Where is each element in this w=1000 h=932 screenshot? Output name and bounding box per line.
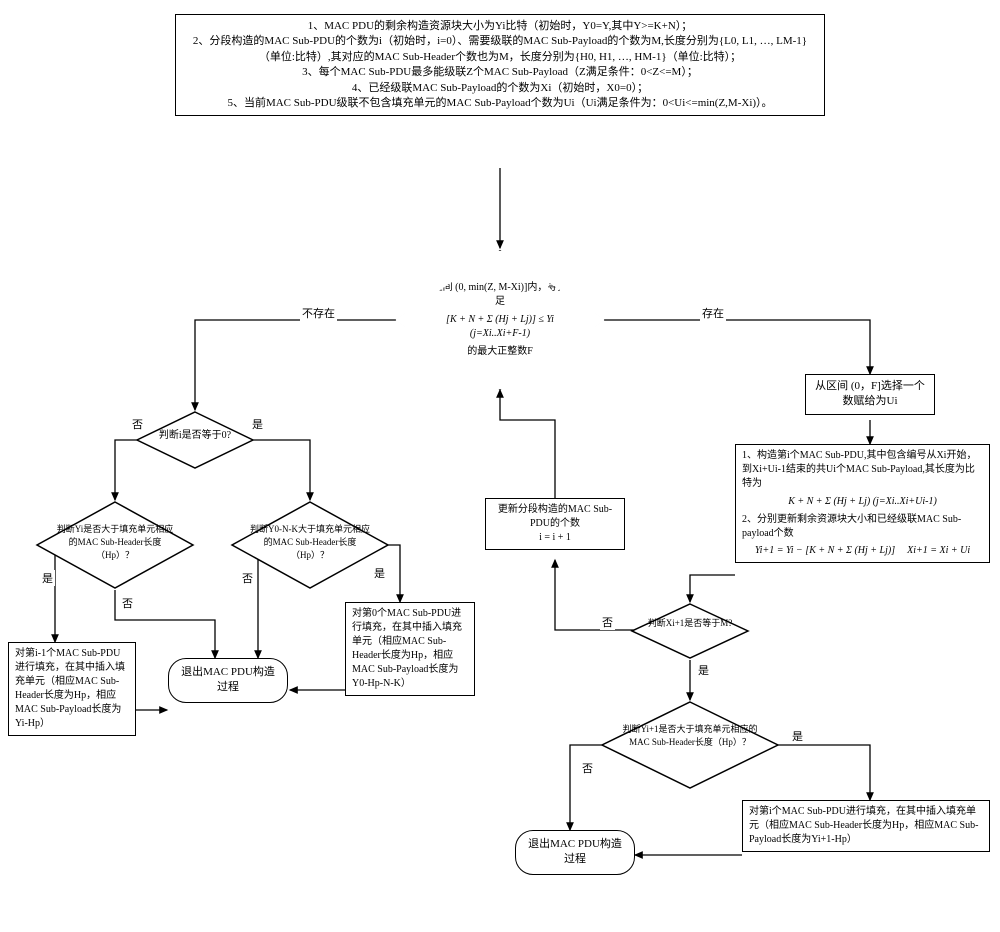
construct-line1: 1、构造第i个MAC Sub-PDU,其中包含编号从Xi开始，到Xi+Ui-1结… <box>742 449 983 491</box>
exit-terminator-left: 退出MAC PDU构造过程 <box>168 658 288 703</box>
center-decision-top: 在区间 (0, min(Z, M-Xi)]内，寻找满足 <box>420 281 580 309</box>
yi-check-decision: 判断Yi是否大于填充单元相应的MAC Sub-Header长度（Hp）？ <box>35 500 195 590</box>
init-line-4: 4、已经级联MAC Sub-Payload的个数为Xi（初始时，X0=0）； <box>182 81 818 96</box>
y-check-decision: 判断Yi+1是否大于填充单元相应的MAC Sub-Header长度（Hp）？ <box>600 700 780 790</box>
fill-i-box: 对第i个MAC Sub-PDU进行填充，在其中插入填充单元（相应MAC Sub-… <box>742 800 990 852</box>
init-line-2: 2、分段构造的MAC Sub-PDU的个数为i（初始时，i=0）、需要级联的MA… <box>182 34 818 65</box>
construct-formula1: K + N + Σ (Hj + Lj) (j=Xi..Xi+Ui-1) <box>742 495 983 509</box>
update-i-box: 更新分段构造的MAC Sub-PDU的个数 i = i + 1 <box>485 498 625 550</box>
center-decision-formula: [K + N + Σ (Hj + Lj)] ≤ Yi (j=Xi..Xi+F-1… <box>420 313 580 341</box>
label-yi-yes: 是 <box>40 570 55 586</box>
label-y-yes: 是 <box>790 728 805 744</box>
label-y0-yes: 是 <box>372 565 387 581</box>
construct-formula2a: Yi+1 = Yi − [K + N + Σ (Hj + Lj)] <box>755 544 895 558</box>
label-exist: 存在 <box>700 305 726 321</box>
label-i-zero-no: 否 <box>130 416 145 432</box>
x-check-decision: 判断Xi+1是否等于M? <box>630 602 750 660</box>
label-not-exist: 不存在 <box>300 305 337 321</box>
label-x-yes: 是 <box>696 662 711 678</box>
label-yi-no: 否 <box>120 595 135 611</box>
fill-prev-box: 对第i-1个MAC Sub-PDU进行填充，在其中插入填充单元（相应MAC Su… <box>8 642 136 736</box>
label-x-no: 否 <box>600 614 615 630</box>
center-decision-bottom: 的最大正整数F <box>467 345 533 359</box>
label-y0-no: 否 <box>240 570 255 586</box>
construct-formula2b: Xi+1 = Xi + Ui <box>907 544 970 558</box>
init-conditions-box: 1、MAC PDU的剩余构造资源块大小为Yi比特（初始时，Y0=Y,其中Y>=K… <box>175 14 825 116</box>
center-decision: 在区间 (0, min(Z, M-Xi)]内，寻找满足 [K + N + Σ (… <box>395 250 605 390</box>
label-y-no: 否 <box>580 760 595 776</box>
select-ui-box: 从区间 (0，F]选择一个数赋给为Ui <box>805 374 935 415</box>
exit-terminator-right: 退出MAC PDU构造过程 <box>515 830 635 875</box>
label-i-zero-yes: 是 <box>250 416 265 432</box>
construct-box: 1、构造第i个MAC Sub-PDU,其中包含编号从Xi开始，到Xi+Ui-1结… <box>735 444 990 563</box>
construct-line2: 2、分别更新剩余资源块大小和已经级联MAC Sub-payload个数 <box>742 513 983 541</box>
init-line-3: 3、每个MAC Sub-PDU最多能级联Z个MAC Sub-Payload（Z满… <box>182 65 818 80</box>
i-zero-decision: 判断i是否等于0? <box>135 410 255 470</box>
fill-zero-box: 对第0个MAC Sub-PDU进行填充，在其中插入填充单元（相应MAC Sub-… <box>345 602 475 696</box>
init-line-1: 1、MAC PDU的剩余构造资源块大小为Yi比特（初始时，Y0=Y,其中Y>=K… <box>182 19 818 34</box>
init-line-5: 5、当前MAC Sub-PDU级联不包含填充单元的MAC Sub-Payload… <box>182 96 818 111</box>
